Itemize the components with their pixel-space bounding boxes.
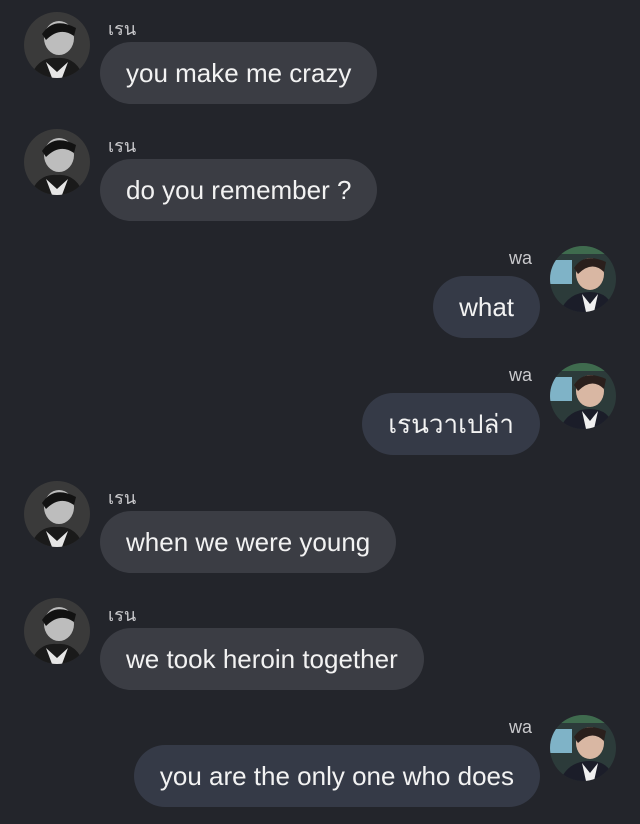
avatar[interactable] <box>550 363 616 429</box>
sender-name: เรน <box>108 19 137 39</box>
profile-photo-bw-icon <box>24 598 90 664</box>
avatar[interactable] <box>550 246 616 312</box>
sender-name: เรน <box>108 136 137 156</box>
profile-photo-color-icon <box>550 363 616 429</box>
message-bubble[interactable]: do you remember ? <box>100 159 378 221</box>
profile-photo-bw-icon <box>24 481 90 547</box>
message-bubble[interactable]: เรนวาเปล่า <box>362 393 540 455</box>
message-bubble[interactable]: when we were young <box>100 511 397 573</box>
message-bubble[interactable]: we took heroin together <box>100 628 424 690</box>
message-bubble[interactable]: you are the only one who does <box>133 745 540 807</box>
sender-name: เรน <box>108 488 137 508</box>
sender-name: wa <box>508 248 532 268</box>
avatar[interactable] <box>24 598 90 664</box>
sender-name: เรน <box>108 605 137 625</box>
avatar[interactable] <box>24 129 90 195</box>
profile-photo-bw-icon <box>24 12 90 78</box>
message-bubble[interactable]: what <box>433 276 540 338</box>
avatar[interactable] <box>24 481 90 547</box>
avatar[interactable] <box>24 12 90 78</box>
avatar[interactable] <box>550 715 616 781</box>
profile-photo-color-icon <box>550 715 616 781</box>
profile-photo-bw-icon <box>24 129 90 195</box>
profile-photo-color-icon <box>550 246 616 312</box>
chat-thread[interactable]: เรน you make me crazy เรน do you remembe… <box>0 0 640 824</box>
sender-name: wa <box>508 717 532 737</box>
message-bubble[interactable]: you make me crazy <box>100 42 378 104</box>
sender-name: wa <box>508 365 532 385</box>
